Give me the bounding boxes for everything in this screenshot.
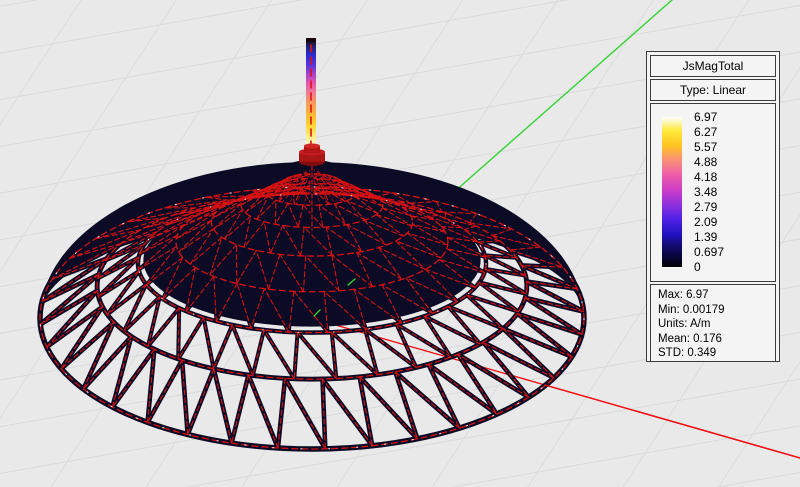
strut-edge [285,378,325,448]
colorbar-gradient [662,117,682,267]
strut-edge [278,378,285,448]
field-plot-legend[interactable]: JsMagTotal Type: Linear 6.97 6.27 5.57 4… [646,51,780,362]
strut-edge [264,330,294,379]
x-axis-overlay [545,385,800,458]
scale-tick-label: 2.09 [694,215,774,229]
scale-tick-label: 4.88 [694,155,774,169]
scale-tick-label: 1.39 [694,230,774,244]
strut-edge [204,318,214,369]
collar-upper-top [304,144,320,149]
stat-std: STD: 0.349 [658,346,775,361]
rod-top-cap [306,38,316,42]
strut [214,276,216,321]
strut-edge [458,354,497,414]
strut-edge [483,342,554,378]
stat-max: Max: 6.97 [658,288,775,303]
legend-scale-type: Type: Linear [650,79,776,101]
legend-quantity-title: JsMagTotal [650,55,776,77]
strut-edge [188,369,214,435]
stat-units: Units: A/m [658,317,775,332]
scale-tick-label: 6.27 [694,125,774,139]
scale-tick-label: 6.97 [694,110,774,124]
stat-mean: Mean: 0.176 [658,332,775,347]
legend-color-scale: 6.97 6.27 5.57 4.88 4.18 3.48 2.79 2.09 … [650,103,776,282]
legend-statistics: Max: 6.97 Min: 0.00179 Units: A/m Mean: … [650,284,776,362]
scale-tick-label: 3.48 [694,185,774,199]
scale-tick-label: 4.18 [694,170,774,184]
scale-tick-label: 0.697 [694,245,774,259]
scale-tick-label: 2.79 [694,200,774,214]
strut-edge [275,200,276,224]
modeler-3d-viewport[interactable]: JsMagTotal Type: Linear 6.97 6.27 5.57 4… [0,0,800,487]
scale-tick-label: 5.57 [694,140,774,154]
stat-min: Min: 0.00179 [658,303,775,318]
scale-tick-label: 0 [694,260,774,274]
strut-edge [232,375,249,443]
